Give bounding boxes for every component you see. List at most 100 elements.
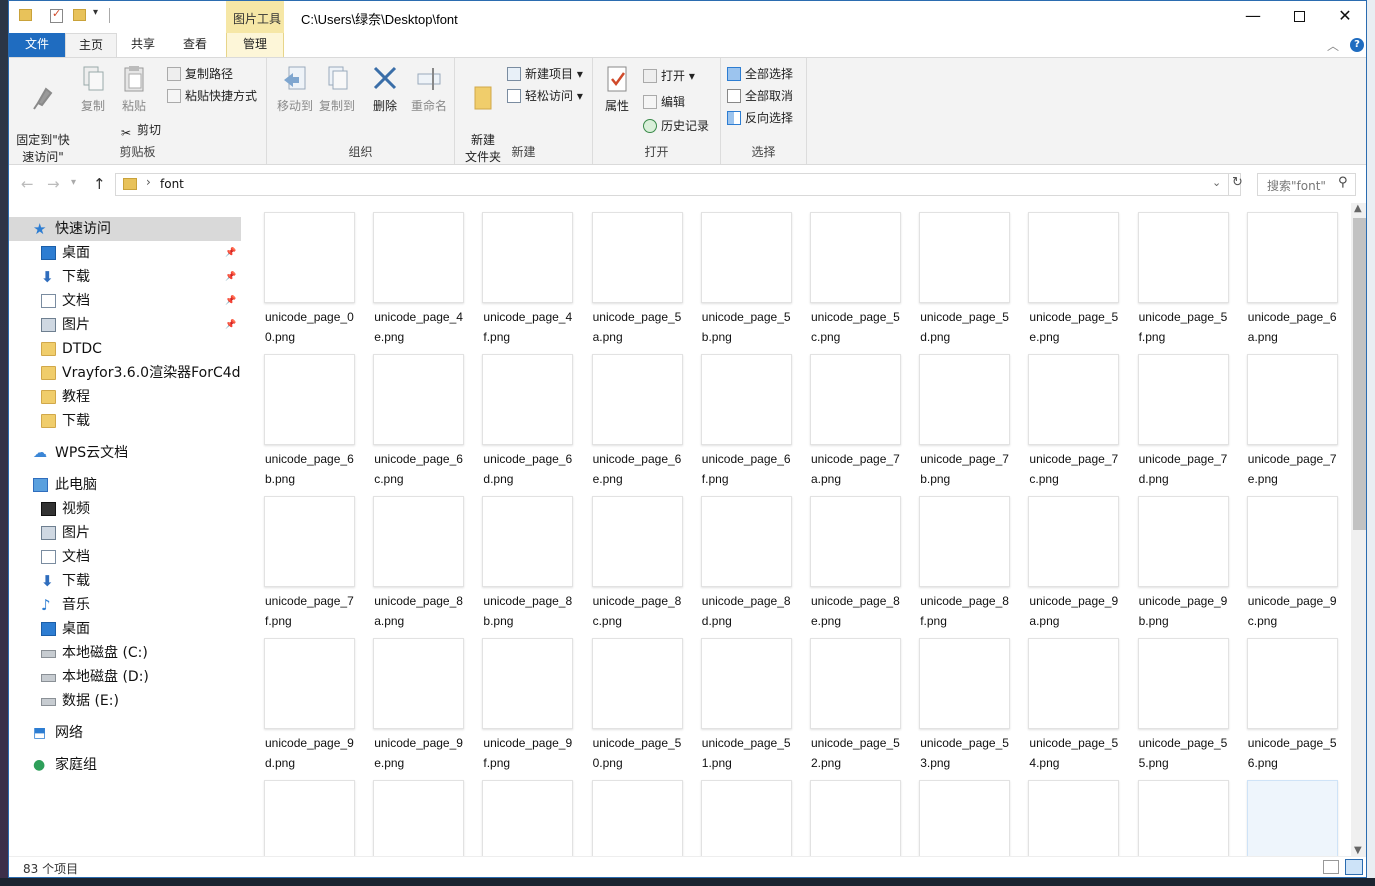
nav-item[interactable]: 本地磁盘 (D:): [9, 665, 241, 689]
file-tile[interactable]: unicode_page_9e.png: [354, 629, 465, 770]
nav-item[interactable]: Vrayfor3.6.0渲染器ForC4d R: [9, 361, 241, 385]
scrollbar-thumb[interactable]: [1353, 218, 1366, 530]
file-tile[interactable]: unicode_page_6c.png: [354, 345, 465, 486]
file-tile[interactable]: unicode_page_55.png: [1119, 629, 1229, 770]
nav-item[interactable]: 视频: [9, 497, 241, 521]
vertical-scrollbar[interactable]: ▲ ▼: [1351, 203, 1366, 856]
file-tile[interactable]: unicode_page_5c.png: [791, 203, 901, 344]
file-tile[interactable]: [354, 771, 465, 856]
properties-button[interactable]: 属性: [599, 64, 635, 115]
nav-item[interactable]: 文档 📌: [9, 289, 241, 313]
open-button[interactable]: 打开 ▾: [643, 66, 695, 86]
file-tile[interactable]: unicode_page_8d.png: [682, 487, 792, 628]
file-tile[interactable]: [463, 771, 574, 856]
file-tile[interactable]: unicode_page_5d.png: [900, 203, 1011, 344]
nav-item[interactable]: 图片 📌: [9, 313, 241, 337]
history-button[interactable]: 历史记录: [643, 116, 709, 136]
search-box[interactable]: 搜索"font" ⚲: [1257, 173, 1356, 196]
tab-view[interactable]: 查看: [169, 33, 221, 57]
file-tile[interactable]: unicode_page_8a.png: [354, 487, 465, 628]
nav-item[interactable]: ★ 快速访问: [9, 217, 241, 241]
quick-access-new-folder-icon[interactable]: [73, 9, 86, 21]
file-tile[interactable]: unicode_page_7c.png: [1009, 345, 1120, 486]
file-tile[interactable]: unicode_page_51.png: [682, 629, 792, 770]
nav-item[interactable]: ● 家庭组: [9, 753, 241, 777]
large-icons-view-icon[interactable]: [1345, 859, 1363, 875]
file-tile[interactable]: unicode_page_53.png: [900, 629, 1011, 770]
file-tile[interactable]: unicode_page_5a.png: [573, 203, 683, 344]
quick-access-properties-icon[interactable]: [50, 7, 63, 23]
file-tile[interactable]: unicode_page_9d.png: [245, 629, 355, 770]
copy-to-button[interactable]: 复制到: [317, 64, 357, 115]
tab-home[interactable]: 主页: [65, 33, 117, 58]
file-tile[interactable]: unicode_page_7e.png: [1228, 345, 1338, 486]
file-tile[interactable]: unicode_page_5b.png: [682, 203, 792, 344]
rename-button[interactable]: 重命名: [407, 64, 451, 115]
file-tile[interactable]: unicode_page_7d.png: [1119, 345, 1229, 486]
address-dropdown-icon[interactable]: ⌄: [1212, 176, 1221, 189]
nav-item[interactable]: 图片: [9, 521, 241, 545]
move-to-button[interactable]: 移动到: [275, 64, 315, 115]
file-tile[interactable]: [682, 771, 792, 856]
paste-shortcut-button[interactable]: 粘贴快捷方式: [167, 86, 257, 106]
file-tile[interactable]: [791, 771, 901, 856]
paste-button[interactable]: 粘贴: [113, 64, 155, 115]
nav-item[interactable]: 桌面: [9, 617, 241, 641]
maximize-button[interactable]: [1276, 1, 1322, 33]
select-all-button[interactable]: 全部选择: [727, 64, 793, 84]
collapse-ribbon-chevron-icon[interactable]: ︿: [1327, 37, 1339, 54]
file-tile[interactable]: unicode_page_6d.png: [463, 345, 574, 486]
easy-access-button[interactable]: 轻松访问 ▾: [507, 86, 583, 106]
minimize-button[interactable]: —: [1230, 1, 1276, 33]
nav-item[interactable]: 数据 (E:): [9, 689, 241, 713]
file-tile[interactable]: unicode_page_4f.png: [463, 203, 574, 344]
file-tile[interactable]: unicode_page_4e.png: [354, 203, 465, 344]
nav-item[interactable]: ⬒ 网络: [9, 721, 241, 745]
file-tile[interactable]: unicode_page_5e.png: [1009, 203, 1120, 344]
scroll-down-icon[interactable]: ▼: [1354, 845, 1362, 856]
nav-item[interactable]: 文档: [9, 545, 241, 569]
file-tile[interactable]: unicode_page_8f.png: [900, 487, 1011, 628]
file-tile[interactable]: unicode_page_7a.png: [791, 345, 901, 486]
nav-item[interactable]: ☁ WPS云文档: [9, 441, 241, 465]
file-tile[interactable]: unicode_page_9b.png: [1119, 487, 1229, 628]
nav-item[interactable]: 此电脑: [9, 473, 241, 497]
copy-path-button[interactable]: 复制路径: [167, 64, 233, 84]
tab-file[interactable]: 文件: [9, 33, 65, 57]
up-button[interactable]: ↑: [93, 175, 106, 193]
file-tile[interactable]: unicode_page_52.png: [791, 629, 901, 770]
nav-item[interactable]: 下载: [9, 409, 241, 433]
edit-button[interactable]: 编辑: [643, 92, 685, 112]
file-tile[interactable]: unicode_page_00.png: [245, 203, 355, 344]
file-tile[interactable]: [900, 771, 1011, 856]
file-tile[interactable]: unicode_page_8b.png: [463, 487, 574, 628]
file-tile[interactable]: unicode_page_5f.png: [1119, 203, 1229, 344]
file-tile[interactable]: unicode_page_9c.png: [1228, 487, 1338, 628]
file-tile[interactable]: unicode_page_9a.png: [1009, 487, 1120, 628]
invert-selection-button[interactable]: 反向选择: [727, 108, 793, 128]
details-view-icon[interactable]: [1323, 860, 1339, 874]
file-tile[interactable]: unicode_page_8c.png: [573, 487, 683, 628]
quick-access-folder-icon[interactable]: [19, 9, 32, 21]
recent-locations-chevron-icon[interactable]: ▾: [71, 177, 76, 188]
file-tile[interactable]: unicode_page_6f.png: [682, 345, 792, 486]
file-tile[interactable]: unicode_page_6e.png: [573, 345, 683, 486]
file-tile[interactable]: unicode_page_6a.png: [1228, 203, 1338, 344]
file-tile[interactable]: [245, 771, 355, 856]
nav-item[interactable]: 本地磁盘 (C:): [9, 641, 241, 665]
back-button[interactable]: ←: [21, 175, 34, 193]
nav-item[interactable]: ⬇ 下载 📌: [9, 265, 241, 289]
file-tile[interactable]: [1009, 771, 1120, 856]
nav-item[interactable]: 桌面 📌: [9, 241, 241, 265]
file-tile[interactable]: unicode_page_9f.png: [463, 629, 574, 770]
delete-button[interactable]: 删除: [365, 64, 405, 115]
tab-manage[interactable]: 管理: [226, 33, 284, 57]
breadcrumb-chevron-icon[interactable]: ›: [146, 175, 151, 189]
search-icon[interactable]: ⚲: [1338, 175, 1348, 190]
help-icon[interactable]: ?: [1350, 38, 1364, 52]
file-tile[interactable]: [1228, 771, 1338, 856]
file-tile[interactable]: unicode_page_7b.png: [900, 345, 1011, 486]
file-tile[interactable]: unicode_page_6b.png: [245, 345, 355, 486]
quick-access-dropdown-icon[interactable]: ▾: [93, 7, 98, 23]
file-tile[interactable]: unicode_page_54.png: [1009, 629, 1120, 770]
